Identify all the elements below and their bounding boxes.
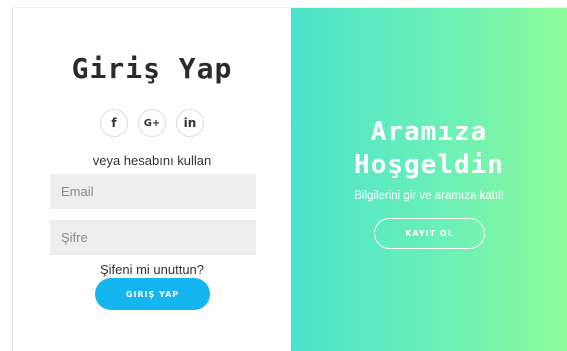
welcome-panel: Aramıza Hoşgeldin Bilgilerini gir ve ara… [291,8,567,351]
signin-title: Giriş Yap [71,52,233,85]
welcome-title-line2: Hoşgeldin [354,150,504,180]
signup-button[interactable]: KAYIT OL [374,218,485,249]
signin-button[interactable]: GIRIŞ YAP [95,278,210,310]
or-use-account-text: veya hesabını kullan [92,153,212,168]
welcome-title: Aramıza Hoşgeldin [291,116,567,182]
welcome-title-line1: Aramıza [370,117,488,147]
auth-card: Giriş Yap f G+ in veya hesabını kullan Ş… [13,8,567,351]
password-field[interactable] [50,220,256,255]
facebook-icon[interactable]: f [100,109,128,137]
forgot-password-link[interactable]: Şifeni mi unuttun? [13,262,291,277]
google-plus-icon[interactable]: G+ [138,109,166,137]
page: Giriş Yap f G+ in veya hesabını kullan Ş… [0,0,567,351]
linkedin-icon[interactable]: in [176,109,204,137]
signin-panel: Giriş Yap f G+ in veya hesabını kullan Ş… [13,8,291,351]
social-login-row: f G+ in [13,109,291,137]
email-field[interactable] [50,174,256,209]
welcome-subtitle: Bilgilerini gir ve aramıza katıl! [354,190,504,202]
